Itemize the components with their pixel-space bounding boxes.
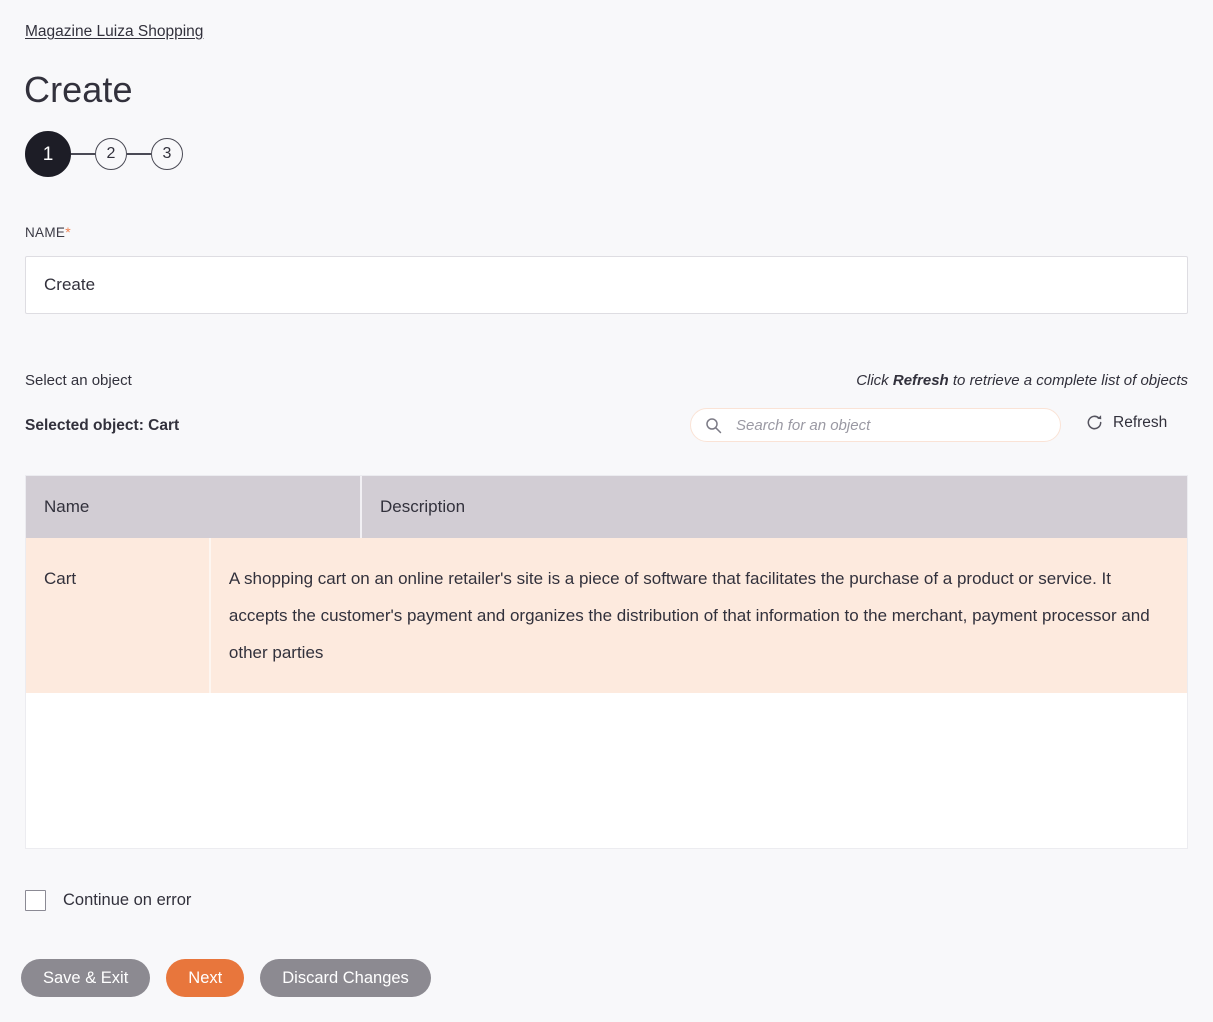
table-header-row: Name Description bbox=[26, 476, 1187, 538]
search-icon bbox=[705, 417, 722, 434]
objects-table: Name Description Cart A shopping cart on… bbox=[25, 475, 1188, 849]
continue-on-error-checkbox[interactable]: Continue on error bbox=[25, 890, 191, 911]
save-and-exit-button[interactable]: Save & Exit bbox=[21, 959, 151, 997]
stepper-connector-2 bbox=[127, 153, 151, 155]
page-title: Create bbox=[24, 69, 133, 110]
refresh-button-label: Refresh bbox=[1113, 413, 1168, 431]
stepper-connector-1 bbox=[71, 153, 95, 155]
action-button-row: Save & Exit Next Discard Changes bbox=[21, 959, 431, 997]
table-cell-description: A shopping cart on an online retailer's … bbox=[228, 569, 1150, 662]
table-header-name: Name bbox=[26, 476, 362, 538]
table-cell-name: Cart bbox=[26, 538, 211, 693]
discard-changes-button[interactable]: Discard Changes bbox=[260, 959, 431, 997]
search-input[interactable] bbox=[734, 415, 1046, 435]
name-input[interactable] bbox=[25, 256, 1188, 314]
next-button[interactable]: Next bbox=[166, 959, 245, 997]
name-label-text: NAME bbox=[25, 225, 66, 240]
stepper: 1 2 3 bbox=[25, 131, 183, 177]
breadcrumb-link[interactable]: Magazine Luiza Shopping bbox=[25, 21, 203, 42]
checkbox-box[interactable] bbox=[25, 890, 46, 911]
refresh-hint-bold: Refresh bbox=[892, 372, 949, 389]
select-object-label: Select an object bbox=[25, 372, 132, 389]
table-empty-area bbox=[26, 693, 1187, 848]
refresh-hint-suffix: to retrieve a complete list of objects bbox=[948, 372, 1188, 389]
selected-object-text: Selected object: Cart bbox=[25, 417, 180, 434]
name-field-label: NAME* bbox=[25, 224, 71, 240]
refresh-hint: Click Refresh to retrieve a complete lis… bbox=[856, 372, 1188, 389]
stepper-step-2[interactable]: 2 bbox=[95, 138, 127, 170]
refresh-button[interactable]: Refresh bbox=[1085, 413, 1167, 432]
create-page: Magazine Luiza Shopping Create 1 2 3 NAM… bbox=[0, 0, 1213, 1022]
table-header-description: Description bbox=[380, 497, 466, 516]
refresh-hint-prefix: Click bbox=[856, 372, 893, 389]
search-box[interactable] bbox=[690, 408, 1061, 442]
stepper-step-1[interactable]: 1 bbox=[25, 131, 71, 177]
table-row[interactable]: Cart A shopping cart on an online retail… bbox=[26, 538, 1187, 693]
refresh-icon bbox=[1085, 413, 1104, 432]
stepper-step-3[interactable]: 3 bbox=[151, 138, 183, 170]
required-asterisk: * bbox=[65, 224, 71, 240]
continue-on-error-label: Continue on error bbox=[63, 891, 192, 909]
